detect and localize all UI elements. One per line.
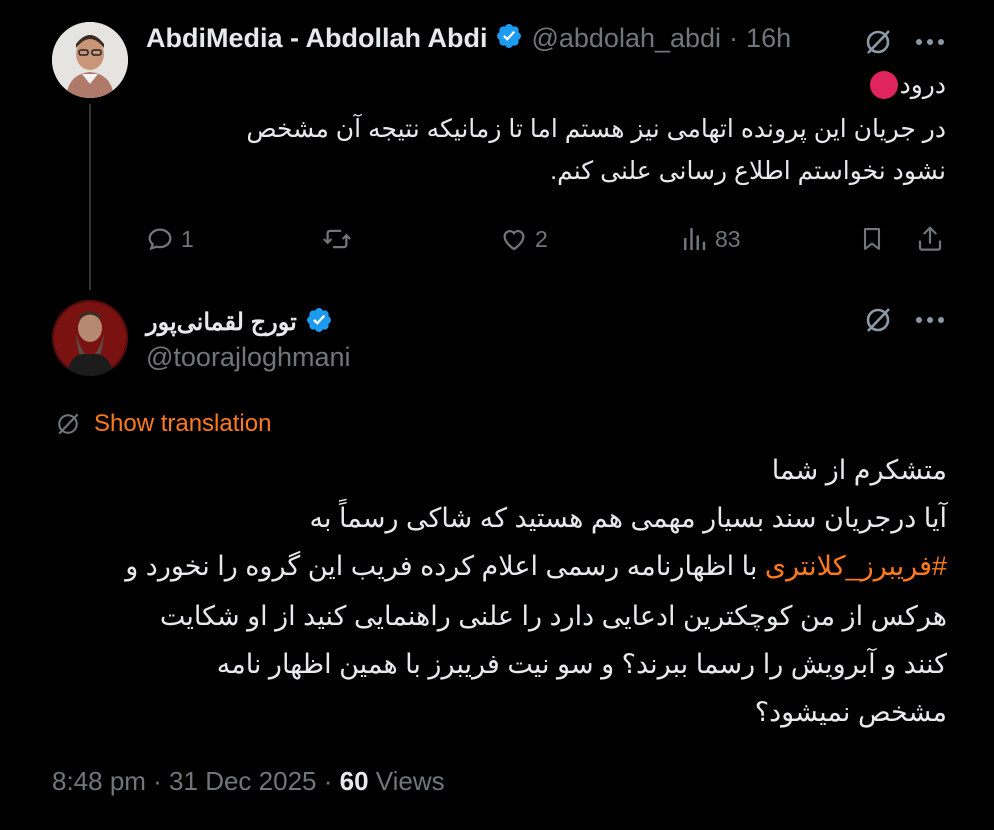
author-handle[interactable]: @toorajloghmani [146, 342, 351, 373]
show-translation-label[interactable]: Show translation [94, 410, 271, 438]
repost-icon [323, 229, 351, 249]
avatar-abdi[interactable] [52, 22, 128, 98]
grok-icon[interactable] [860, 302, 896, 338]
views-label: Views [368, 766, 445, 796]
tweet-line-3: #فریبرز_کلانتری با اظهارنامه رسمی اعلام … [52, 544, 947, 589]
reply-body-line-1: در جریان این پرونده اتهامی نیز هستم اما … [246, 115, 946, 143]
tweet-line-3-text: با اظهارنامه رسمی اعلام کرده فریب این گر… [125, 551, 765, 581]
meta-separator: · [729, 23, 739, 53]
hashtag-link[interactable]: #فریبرز_کلانتری [765, 551, 947, 581]
reply-count: 1 [181, 225, 194, 252]
reply-icon [148, 228, 172, 251]
greeting-text: درود [899, 71, 946, 99]
like-button[interactable]: 2 [499, 222, 548, 256]
repost-button[interactable] [322, 222, 358, 256]
translate-icon [58, 413, 79, 435]
reply-button[interactable]: 1 [145, 222, 194, 256]
bookmark-icon[interactable] [855, 222, 889, 256]
tweet-meta: 8:48 pm · 31 Dec 2025 · 60 Views [52, 766, 445, 797]
more-icon[interactable] [912, 28, 948, 56]
share-icon[interactable] [913, 222, 947, 256]
author-handle[interactable]: @abdolah_abdi [531, 23, 721, 54]
avatar-tooraj[interactable] [52, 300, 128, 376]
thread-connector-line [89, 104, 91, 290]
views-icon [684, 227, 706, 251]
reply-body-line-2: نشود نخواستم اطلاع رسانی علنی کنم. [550, 157, 946, 185]
tweet-line-5: کنند و آبرویش را رسما ببرند؟ و سو نیت فر… [216, 649, 947, 679]
tweet-line-2: آیا درجریان سند بسیار مهمی هم هستید که ش… [309, 503, 947, 533]
greeting-dot-icon [869, 71, 898, 99]
tweet-line-1: متشکرم از شما [771, 455, 947, 485]
tweet-timestamp[interactable]: 8:48 pm · 31 Dec 2025 · [52, 766, 340, 796]
views-count: 83 [715, 225, 741, 252]
grok-icon[interactable] [860, 24, 896, 60]
verified-icon [495, 22, 523, 55]
verified-icon [305, 306, 333, 339]
tweet-time[interactable]: 16h [746, 23, 791, 54]
like-icon [503, 230, 525, 251]
more-icon[interactable] [912, 306, 948, 334]
like-count: 2 [535, 225, 548, 252]
author-name[interactable]: AbdiMedia - Abdollah Abdi [146, 23, 487, 54]
author-name[interactable]: تورج لقمانی‌پور [146, 308, 297, 337]
views-button[interactable]: 83 [679, 222, 741, 256]
tweet-line-4: هرکس از من کوچکترین ادعایی دارد را علنی … [159, 601, 947, 631]
tweet-line-6: مشخص نمیشود؟ [754, 697, 947, 727]
views-count: 60 [339, 766, 369, 796]
show-translation-link[interactable]: Show translation [54, 410, 271, 438]
